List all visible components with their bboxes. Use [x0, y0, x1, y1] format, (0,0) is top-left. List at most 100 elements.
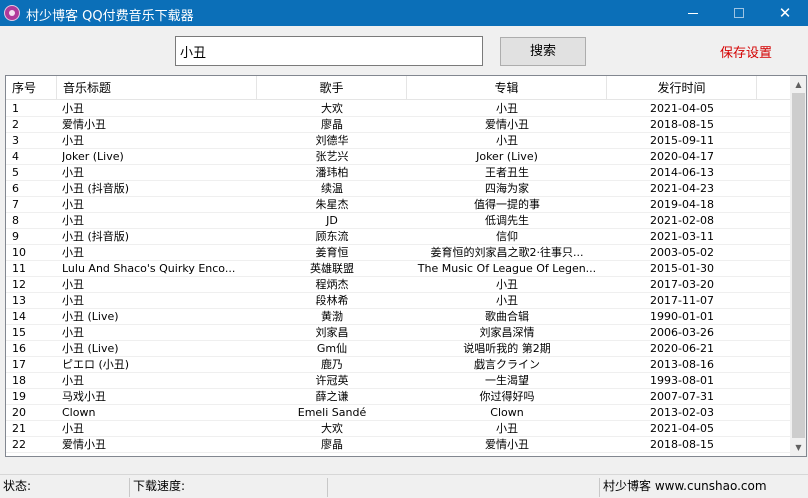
row-title: 小丑: [62, 166, 84, 179]
table-row[interactable]: 2 爱情小丑 廖晶 爱情小丑 2018-08-15: [6, 117, 790, 133]
column-header-album[interactable]: 专辑: [407, 76, 607, 100]
row-album: 信仰: [496, 230, 518, 243]
maximize-button[interactable]: [716, 0, 762, 26]
table-row[interactable]: 12 小丑 程炳杰 小丑 2017-03-20: [6, 277, 790, 293]
table-row[interactable]: 10 小丑 姜育恒 姜育恒的刘家昌之歌2·往事只... 2003-05-02: [6, 245, 790, 261]
table-row[interactable]: 18 小丑 许冠英 一生渴望 1993-08-01: [6, 373, 790, 389]
row-artist: 潘玮柏: [315, 166, 349, 179]
maximize-icon: [734, 8, 744, 18]
row-title: Joker (Live): [62, 150, 124, 163]
row-title: 小丑: [62, 214, 84, 227]
row-index: 22: [12, 438, 26, 451]
row-album: 小丑: [496, 278, 518, 291]
close-icon: ✕: [778, 4, 792, 22]
row-title: 小丑: [62, 278, 84, 291]
column-header-release-date[interactable]: 发行时间: [607, 76, 757, 100]
row-title: Clown: [62, 406, 96, 419]
table-row[interactable]: 7 小丑 朱星杰 值得一提的事 2019-04-18: [6, 197, 790, 213]
row-release-date: 2021-04-05: [650, 422, 714, 435]
table-row[interactable]: 5 小丑 潘玮柏 王者丑生 2014-06-13: [6, 165, 790, 181]
row-album: 你过得好吗: [479, 390, 535, 403]
title-bar: 村少博客 QQ付费音乐下载器 ✕: [0, 0, 808, 26]
row-title: 小丑: [62, 294, 84, 307]
save-settings-link[interactable]: 保存设置: [720, 42, 772, 61]
minimize-button[interactable]: [670, 0, 716, 26]
row-release-date: 2015-01-30: [650, 262, 714, 275]
column-header-title[interactable]: 音乐标题: [57, 76, 257, 100]
row-release-date: 2007-07-31: [650, 390, 714, 403]
row-release-date: 2021-03-11: [650, 230, 714, 243]
scroll-up-icon[interactable]: ▲: [790, 76, 806, 93]
table-row[interactable]: 15 小丑 刘家昌 刘家昌深情 2006-03-26: [6, 325, 790, 341]
app-logo-icon: [4, 5, 20, 21]
row-artist: 薛之谦: [315, 390, 349, 403]
row-album: 刘家昌深情: [479, 326, 535, 339]
row-title: 马戏小丑: [62, 390, 106, 403]
row-album: 爱情小丑: [485, 438, 529, 451]
row-index: 2: [12, 118, 19, 131]
table-row[interactable]: 13 小丑 段林希 小丑 2017-11-07: [6, 293, 790, 309]
table-row[interactable]: 3 小丑 刘德华 小丑 2015-09-11: [6, 133, 790, 149]
row-album: 一生渴望: [485, 374, 529, 387]
row-release-date: 2021-02-08: [650, 214, 714, 227]
row-index: 18: [12, 374, 26, 387]
row-release-date: 1990-01-01: [650, 310, 714, 323]
table-row[interactable]: 9 小丑 (抖音版) 顾东流 信仰 2021-03-11: [6, 229, 790, 245]
row-album: The Music Of League Of Legen...: [417, 262, 597, 275]
row-release-date: 1993-08-01: [650, 374, 714, 387]
row-artist: 刘家昌: [315, 326, 349, 339]
row-index: 6: [12, 182, 19, 195]
scrollbar-thumb[interactable]: [792, 93, 805, 438]
row-index: 7: [12, 198, 19, 211]
row-index: 4: [12, 150, 19, 163]
row-album: 值得一提的事: [474, 198, 540, 211]
row-release-date: 2019-04-18: [650, 198, 714, 211]
row-artist: Gm仙: [316, 342, 348, 355]
row-album: 低调先生: [485, 214, 529, 227]
row-release-date: 2021-04-23: [650, 182, 714, 195]
row-artist: 大欢: [321, 102, 343, 115]
scroll-down-icon[interactable]: ▼: [790, 439, 806, 456]
table-row[interactable]: 20 Clown Emeli Sandé Clown 2013-02-03: [6, 405, 790, 421]
table-row[interactable]: 22 爱情小丑 廖晶 爱情小丑 2018-08-15: [6, 437, 790, 453]
row-release-date: 2021-04-05: [650, 102, 714, 115]
column-header-index[interactable]: 序号: [6, 76, 57, 100]
row-album: 爱情小丑: [485, 118, 529, 131]
row-artist: 黄渤: [321, 310, 343, 323]
download-speed-label: 下载速度:: [130, 478, 328, 497]
row-release-date: 2006-03-26: [650, 326, 714, 339]
row-title: 小丑 (Live): [62, 310, 119, 323]
row-title: 爱情小丑: [62, 438, 106, 451]
table-row[interactable]: 1 小丑 大欢 小丑 2021-04-05: [6, 101, 790, 117]
search-input[interactable]: [175, 36, 483, 66]
table-row[interactable]: 11 Lulu And Shaco's Quirky Enco... 英雄联盟 The…: [6, 261, 790, 277]
table-row[interactable]: 21 小丑 大欢 小丑 2021-04-05: [6, 421, 790, 437]
row-release-date: 2015-09-11: [650, 134, 714, 147]
status-bar: 状态: 下载速度: 村少博客 www.cunshao.com: [0, 474, 808, 498]
row-title: 小丑: [62, 326, 84, 339]
row-album: 戯言クライン: [474, 358, 540, 371]
minimize-icon: [688, 13, 698, 14]
vertical-scrollbar[interactable]: ▲ ▼: [790, 76, 806, 456]
table-row[interactable]: 6 小丑 (抖音版) 续温 四海为家 2021-04-23: [6, 181, 790, 197]
table-row[interactable]: 14 小丑 (Live) 黄渤 歌曲合辑 1990-01-01: [6, 309, 790, 325]
table-row[interactable]: 4 Joker (Live) 张艺兴 Joker (Live) 2020-04-17: [6, 149, 790, 165]
column-header-artist[interactable]: 歌手: [257, 76, 407, 100]
close-button[interactable]: ✕: [762, 0, 808, 26]
results-list[interactable]: 序号 音乐标题 歌手 专辑 发行时间 1 小丑 大欢 小丑 2021-04-05 2 爱情小…: [5, 75, 807, 457]
table-row[interactable]: 16 小丑 (Live) Gm仙 说唱听我的 第2期 2020-06-21: [6, 341, 790, 357]
row-album: 歌曲合辑: [485, 310, 529, 323]
row-title: 小丑: [62, 246, 84, 259]
row-artist: 朱星杰: [315, 198, 349, 211]
row-artist: 段林希: [315, 294, 349, 307]
status-empty-segment: [328, 478, 600, 497]
row-release-date: 2017-03-20: [650, 278, 714, 291]
row-artist: 大欢: [321, 422, 343, 435]
search-button[interactable]: 搜索: [500, 37, 586, 66]
row-index: 15: [12, 326, 26, 339]
table-row[interactable]: 8 小丑 JD 低调先生 2021-02-08: [6, 213, 790, 229]
table-row[interactable]: 19 马戏小丑 薛之谦 你过得好吗 2007-07-31: [6, 389, 790, 405]
table-row[interactable]: 17 ピエロ (小丑) 鹿乃 戯言クライン 2013-08-16: [6, 357, 790, 373]
blog-url: 村少博客 www.cunshao.com: [603, 479, 767, 493]
status-label: 状态:: [0, 478, 130, 497]
